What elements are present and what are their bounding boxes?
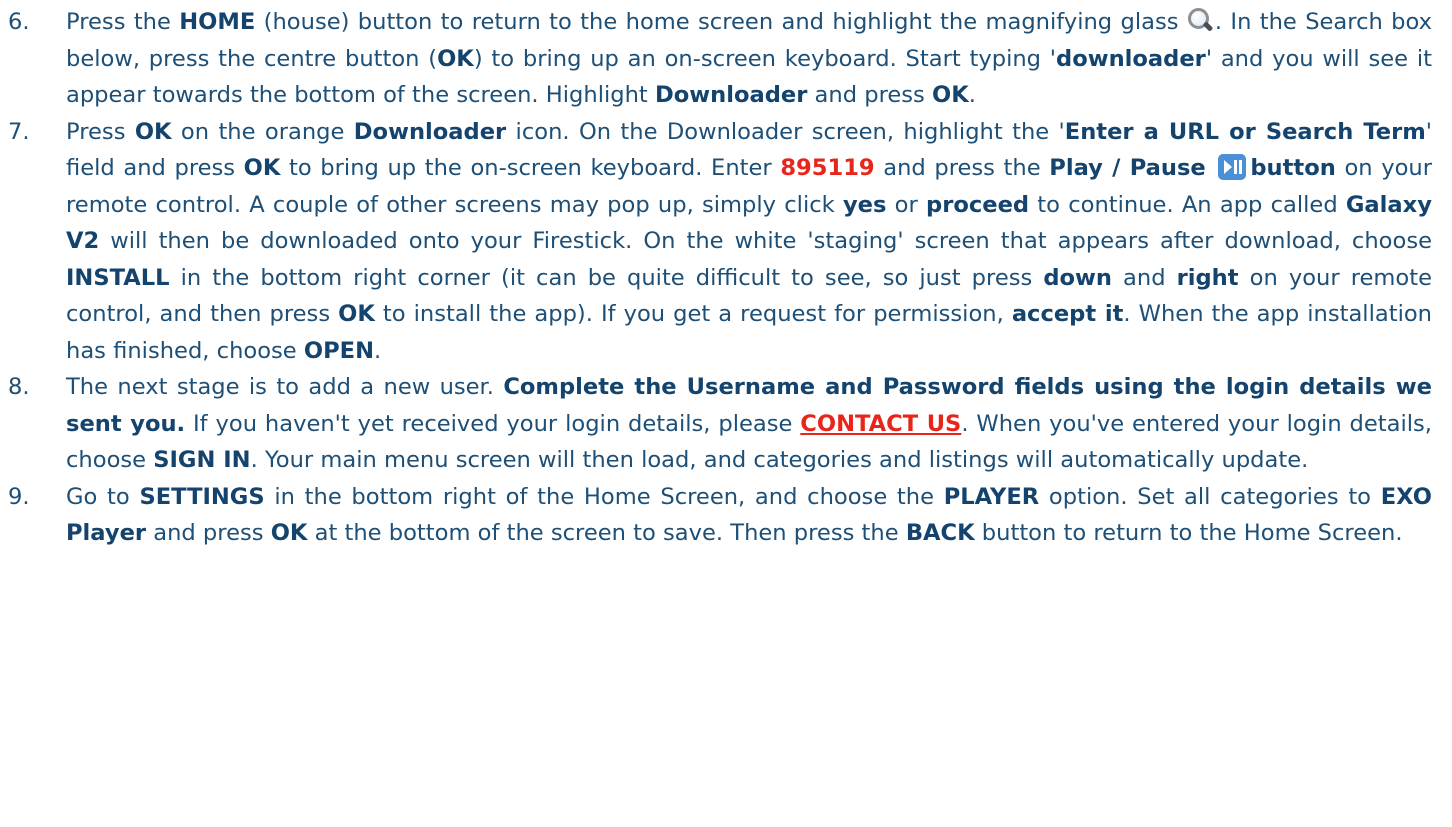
- step-emphasis: button: [1250, 155, 1336, 181]
- step-text: [1206, 155, 1215, 181]
- document: 6. Press the HOME (house) button to retu…: [0, 0, 1452, 552]
- step-text: The next stage is to add a new user.: [66, 374, 504, 400]
- step-emphasis: Downloader: [353, 118, 507, 145]
- step-text: will then be downloaded onto your Firest…: [99, 228, 1432, 254]
- download-code: 895119: [780, 155, 875, 181]
- step-text: option. Set all categories to: [1039, 483, 1381, 510]
- play-pause-icon: [1218, 154, 1247, 180]
- step-emphasis: BACK: [905, 520, 975, 546]
- step-emphasis: INSTALL: [66, 264, 170, 291]
- step-text: in the bottom right corner (it can be qu…: [169, 264, 1044, 291]
- step-emphasis: Play / Pause: [1049, 155, 1206, 181]
- step-emphasis: OK: [134, 118, 172, 145]
- step-text: or: [886, 191, 927, 218]
- step-emphasis: Enter a URL or Search Term: [1064, 118, 1426, 145]
- step-6: 6. Press the HOME (house) button to retu…: [0, 4, 1432, 114]
- step-text: icon. On the Downloader screen, highligh…: [506, 118, 1065, 145]
- step-emphasis: HOME: [179, 9, 256, 35]
- step-emphasis: down: [1043, 264, 1112, 291]
- step-text: to install the app). If you get a reques…: [374, 301, 1012, 327]
- step-emphasis: OK: [270, 520, 308, 546]
- step-text: in the bottom right of the Home Screen, …: [264, 483, 944, 510]
- step-emphasis: accept it: [1011, 301, 1124, 327]
- step-emphasis: yes: [842, 191, 887, 218]
- step-emphasis: downloader: [1056, 45, 1206, 72]
- step-text: Press: [66, 118, 135, 145]
- step-number: 6.: [8, 9, 30, 35]
- step-text: (house) button to return to the home scr…: [255, 9, 1187, 35]
- step-emphasis: PLAYER: [943, 483, 1040, 510]
- step-number: 7.: [8, 118, 30, 145]
- step-text: to bring up the on-screen keyboard. Ente…: [280, 155, 781, 181]
- step-emphasis: OK: [243, 155, 281, 181]
- step-9: 9. Go to SETTINGS in the bottom right of…: [0, 479, 1432, 552]
- step-8: 8. The next stage is to add a new user. …: [0, 369, 1432, 479]
- step-text: and press: [807, 82, 933, 108]
- step-emphasis: SETTINGS: [139, 483, 265, 510]
- instruction-steps: 6. Press the HOME (house) button to retu…: [0, 4, 1432, 552]
- step-text: If you haven't yet received your login d…: [185, 410, 801, 437]
- step-text: button to return to the Home Screen.: [974, 520, 1403, 546]
- step-text: Go to: [66, 483, 140, 510]
- step-text: and: [1111, 264, 1177, 291]
- step-text: . Your main menu screen will then load, …: [250, 447, 1309, 473]
- step-text: Press the: [66, 9, 180, 35]
- magnifying-glass-icon: [1187, 7, 1214, 33]
- step-text: to continue. An app called: [1029, 191, 1346, 218]
- step-text: on the orange: [171, 118, 354, 145]
- step-number: 9.: [8, 483, 30, 510]
- step-emphasis: OK: [338, 301, 375, 327]
- step-text: and press the: [874, 155, 1050, 181]
- step-text: .: [968, 82, 976, 108]
- step-7: 7. Press OK on the orange Downloader ico…: [0, 114, 1432, 370]
- step-text: ) to bring up an on-screen keyboard. Sta…: [473, 45, 1057, 72]
- step-text: .: [374, 337, 382, 364]
- step-emphasis: proceed: [926, 191, 1030, 218]
- step-emphasis: OPEN: [303, 337, 374, 364]
- step-emphasis: OK: [932, 82, 969, 108]
- contact-us-link[interactable]: CONTACT US: [800, 411, 961, 437]
- step-emphasis: right: [1176, 264, 1239, 291]
- step-number: 8.: [8, 374, 30, 400]
- step-text: at the bottom of the screen to save. The…: [307, 520, 906, 546]
- step-emphasis: SIGN IN: [153, 447, 251, 473]
- step-emphasis: OK: [437, 45, 474, 72]
- step-text: and press: [146, 520, 271, 546]
- step-emphasis: Downloader: [654, 82, 808, 108]
